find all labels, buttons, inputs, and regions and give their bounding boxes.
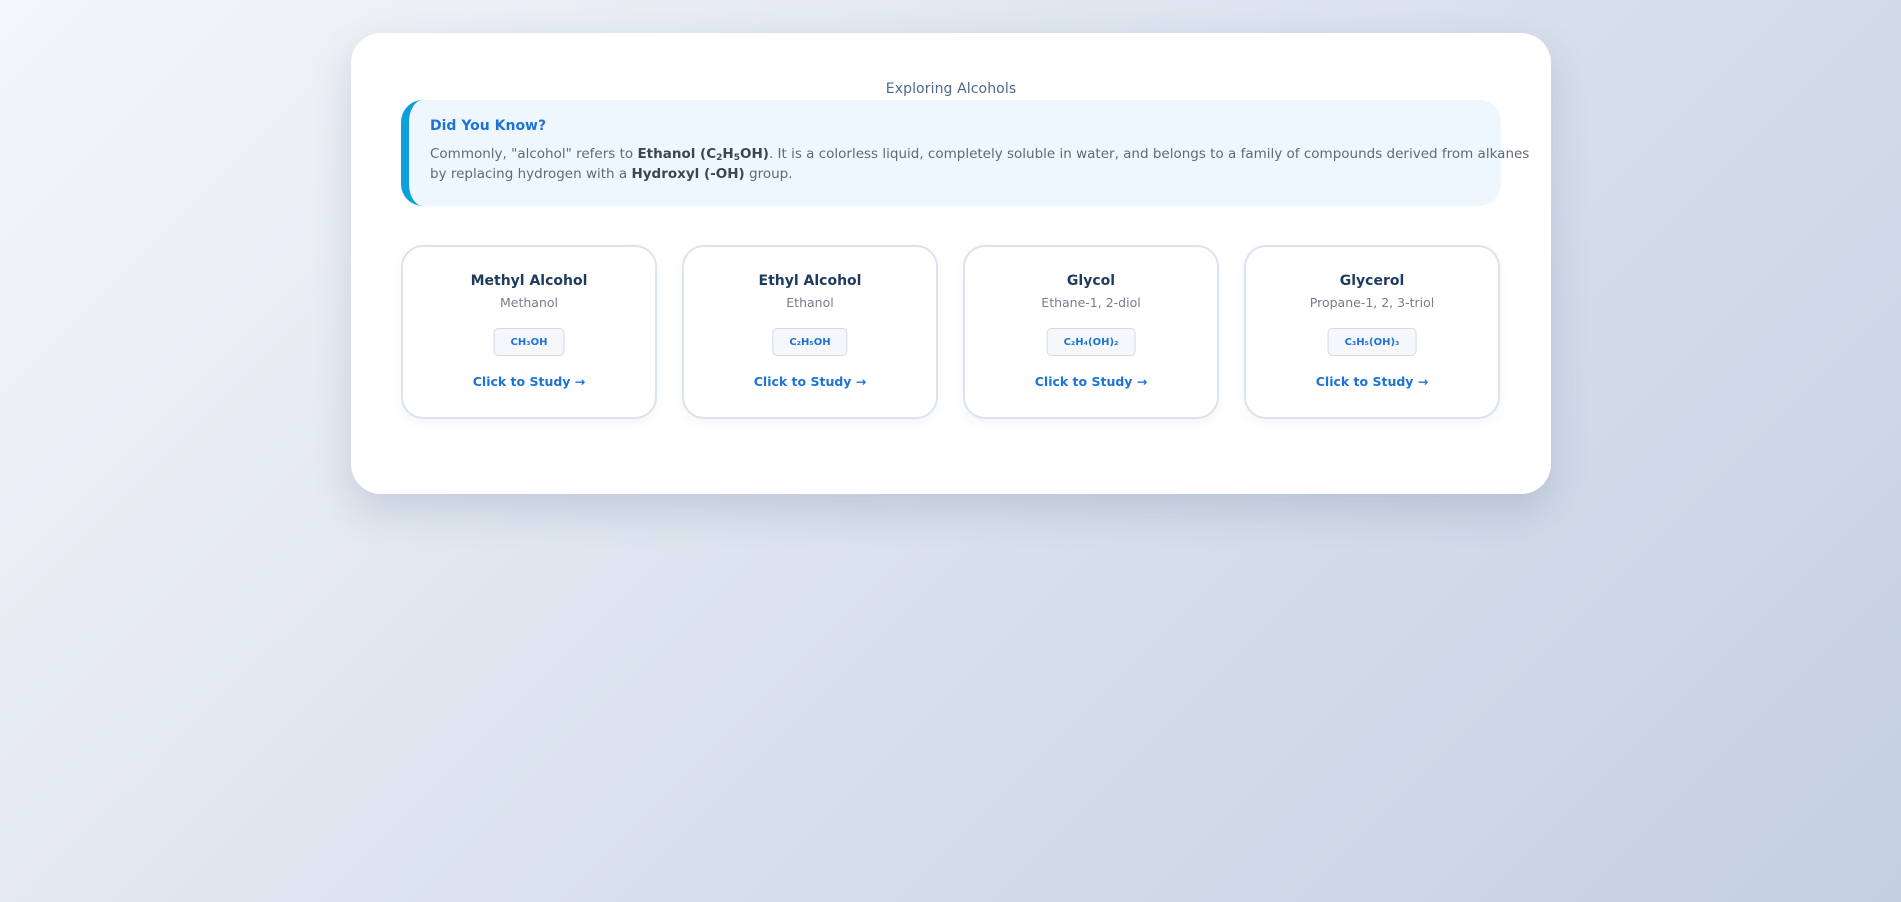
ethanol-name: Ethanol (C xyxy=(637,146,717,162)
did-you-know-box: Did You Know? Commonly, "alcohol" refers… xyxy=(401,100,1529,206)
card-glycol[interactable]: Glycol Ethane-1, 2-diol C₂H₄(OH)₂ Click … xyxy=(963,245,1219,419)
info-line1-post: . It is a colorless liquid, completely s… xyxy=(768,146,1530,162)
info-line-1: Commonly, "alcohol" refers to Ethanol (C… xyxy=(430,144,1529,164)
main-card: Exploring Alcohols Did You Know? Commonl… xyxy=(351,33,1551,494)
card-name: Methyl Alcohol xyxy=(470,273,588,289)
card-iupac-name: Ethanol xyxy=(786,295,834,310)
card-iupac-name: Ethane-1, 2-diol xyxy=(1041,295,1141,310)
card-name: Ethyl Alcohol xyxy=(758,273,862,289)
click-to-study-link[interactable]: Click to Study → xyxy=(1246,374,1498,390)
hydroxyl-term: Hydroxyl (-OH) xyxy=(631,166,745,182)
card-formula-badge: C₂H₅OH xyxy=(772,328,848,356)
card-iupac-name: Propane-1, 2, 3-triol xyxy=(1309,295,1435,310)
click-to-study-link[interactable]: Click to Study → xyxy=(403,374,655,390)
card-iupac-name: Methanol xyxy=(499,295,558,310)
card-formula-badge: C₃H₅(OH)₃ xyxy=(1327,328,1417,356)
click-to-study-link[interactable]: Click to Study → xyxy=(684,374,936,390)
info-heading: Did You Know? xyxy=(430,118,547,134)
card-ethyl-alcohol[interactable]: Ethyl Alcohol Ethanol C₂H₅OH Click to St… xyxy=(682,245,938,419)
info-line-2: by replacing hydrogen with a Hydroxyl (-… xyxy=(430,164,1477,184)
card-methyl-alcohol[interactable]: Methyl Alcohol Methanol CH₃OH Click to S… xyxy=(401,245,657,419)
alcohol-card-grid: Methyl Alcohol Methanol CH₃OH Click to S… xyxy=(401,245,1501,419)
info-line1-pre: Commonly, "alcohol" refers to xyxy=(430,146,638,162)
card-glycerol[interactable]: Glycerol Propane-1, 2, 3-triol C₃H₅(OH)₃… xyxy=(1244,245,1500,419)
card-formula-badge: C₂H₄(OH)₂ xyxy=(1046,328,1136,356)
card-formula-badge: CH₃OH xyxy=(493,328,565,356)
card-name: Glycol xyxy=(1066,273,1116,289)
card-name: Glycerol xyxy=(1339,273,1405,289)
click-to-study-link[interactable]: Click to Study → xyxy=(965,374,1217,390)
ethanol-end: OH) xyxy=(739,146,769,162)
page-title: Exploring Alcohols xyxy=(885,81,1017,97)
ethanol-mid: H xyxy=(722,146,734,162)
ethanol-term: Ethanol (C2H5OH) xyxy=(637,146,769,163)
info-line2-pre: by replacing hydrogen with a xyxy=(430,166,632,182)
info-line2-post: group. xyxy=(744,166,793,182)
info-text: Commonly, "alcohol" refers to Ethanol (C… xyxy=(430,144,1529,184)
